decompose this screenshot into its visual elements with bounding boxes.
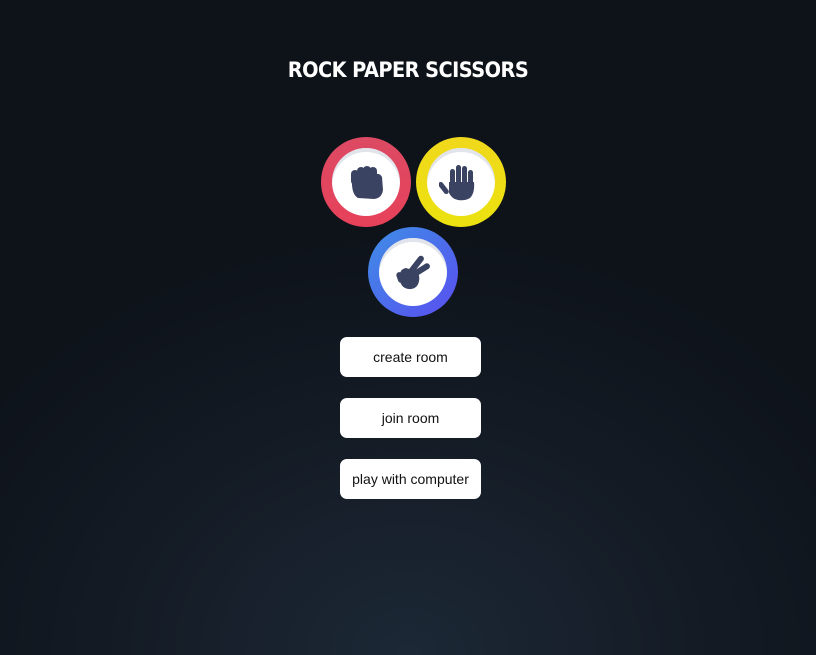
join-room-button[interactable]: join room <box>340 398 481 438</box>
create-room-button[interactable]: create room <box>340 337 481 377</box>
play-with-computer-button[interactable]: play with computer <box>340 459 481 499</box>
peace-hand-icon <box>396 255 430 290</box>
rock-choice-face <box>332 148 400 216</box>
page-title: ROCK PAPER SCISSORS <box>287 58 529 82</box>
paper-choice[interactable] <box>416 137 506 227</box>
paper-choice-face <box>427 148 495 216</box>
scissors-choice[interactable] <box>368 227 458 317</box>
rock-choice[interactable] <box>321 137 411 227</box>
scissors-choice-face <box>379 238 447 306</box>
fist-icon <box>351 166 383 199</box>
open-hand-icon <box>439 165 475 201</box>
